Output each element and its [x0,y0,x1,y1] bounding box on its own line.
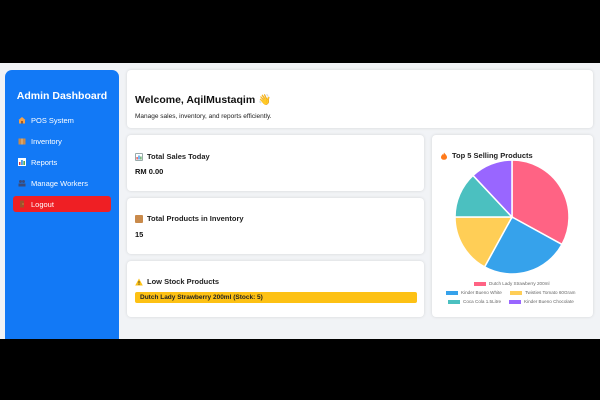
sidebar-item-inventory[interactable]: Inventory [13,133,111,149]
package-icon [135,214,143,223]
low-stock-card: Low Stock Products Dutch Lady Strawberry… [127,261,424,317]
sidebar-item-reports[interactable]: Reports [13,154,111,170]
low-stock-item: Dutch Lady Strawberry 200ml (Stock: 5) [135,292,417,303]
legend-item: Kinder Bueno Chocolate [509,299,574,304]
total-sales-value: RM 0.00 [135,167,164,176]
chart-icon [17,158,26,167]
top-products-card: Top 5 Selling Products Dutch Lady Strawb… [432,135,593,317]
inventory-count: 15 [135,230,144,239]
sidebar-item-pos-system[interactable]: POS System [13,112,111,128]
welcome-card: Welcome, AqilMustaqim 👋 Manage sales, in… [127,70,593,128]
warning-icon [135,278,143,286]
app-screen: Admin Dashboard POS System Inventory Rep… [0,63,600,339]
legend-swatch [509,299,521,304]
legend-swatch [474,281,486,286]
sidebar-item-label: Logout [31,199,54,209]
inventory-title: Total Products in Inventory [135,214,244,223]
house-icon [17,116,26,125]
sidebar-item-label: Manage Workers [31,178,88,188]
page-subtitle: Manage sales, inventory, and reports eff… [135,113,272,120]
legend-swatch [446,290,458,295]
legend-item: Coca Cola 1.5Litre [448,299,501,304]
legend-item: Dutch Lady Strawberry 200ml [474,281,550,286]
page-title: Welcome, AqilMustaqim 👋 [135,94,272,106]
sidebar-item-label: Reports [31,157,58,167]
sidebar: Admin Dashboard POS System Inventory Rep… [5,70,119,339]
legend-item: Kinder Bueno White [446,290,502,295]
sidebar-item-manage-workers[interactable]: Manage Workers [13,175,111,191]
sidebar-item-label: POS System [31,115,74,125]
legend-swatch [448,299,460,304]
total-sales-card: Total Sales Today RM 0.00 [127,135,424,191]
total-sales-title: Total Sales Today [135,152,210,161]
legend-item: Twisties Tomato 60Gram [510,290,575,295]
bar-chart-icon [135,152,143,161]
sidebar-item-label: Inventory [31,136,62,146]
logout-button[interactable]: Logout [13,196,111,212]
package-icon [17,137,26,146]
sidebar-title: Admin Dashboard [16,90,108,102]
legend-swatch [510,290,522,295]
people-icon [17,179,26,188]
door-icon [17,200,26,209]
inventory-card: Total Products in Inventory 15 [127,198,424,254]
low-stock-title: Low Stock Products [135,277,219,286]
